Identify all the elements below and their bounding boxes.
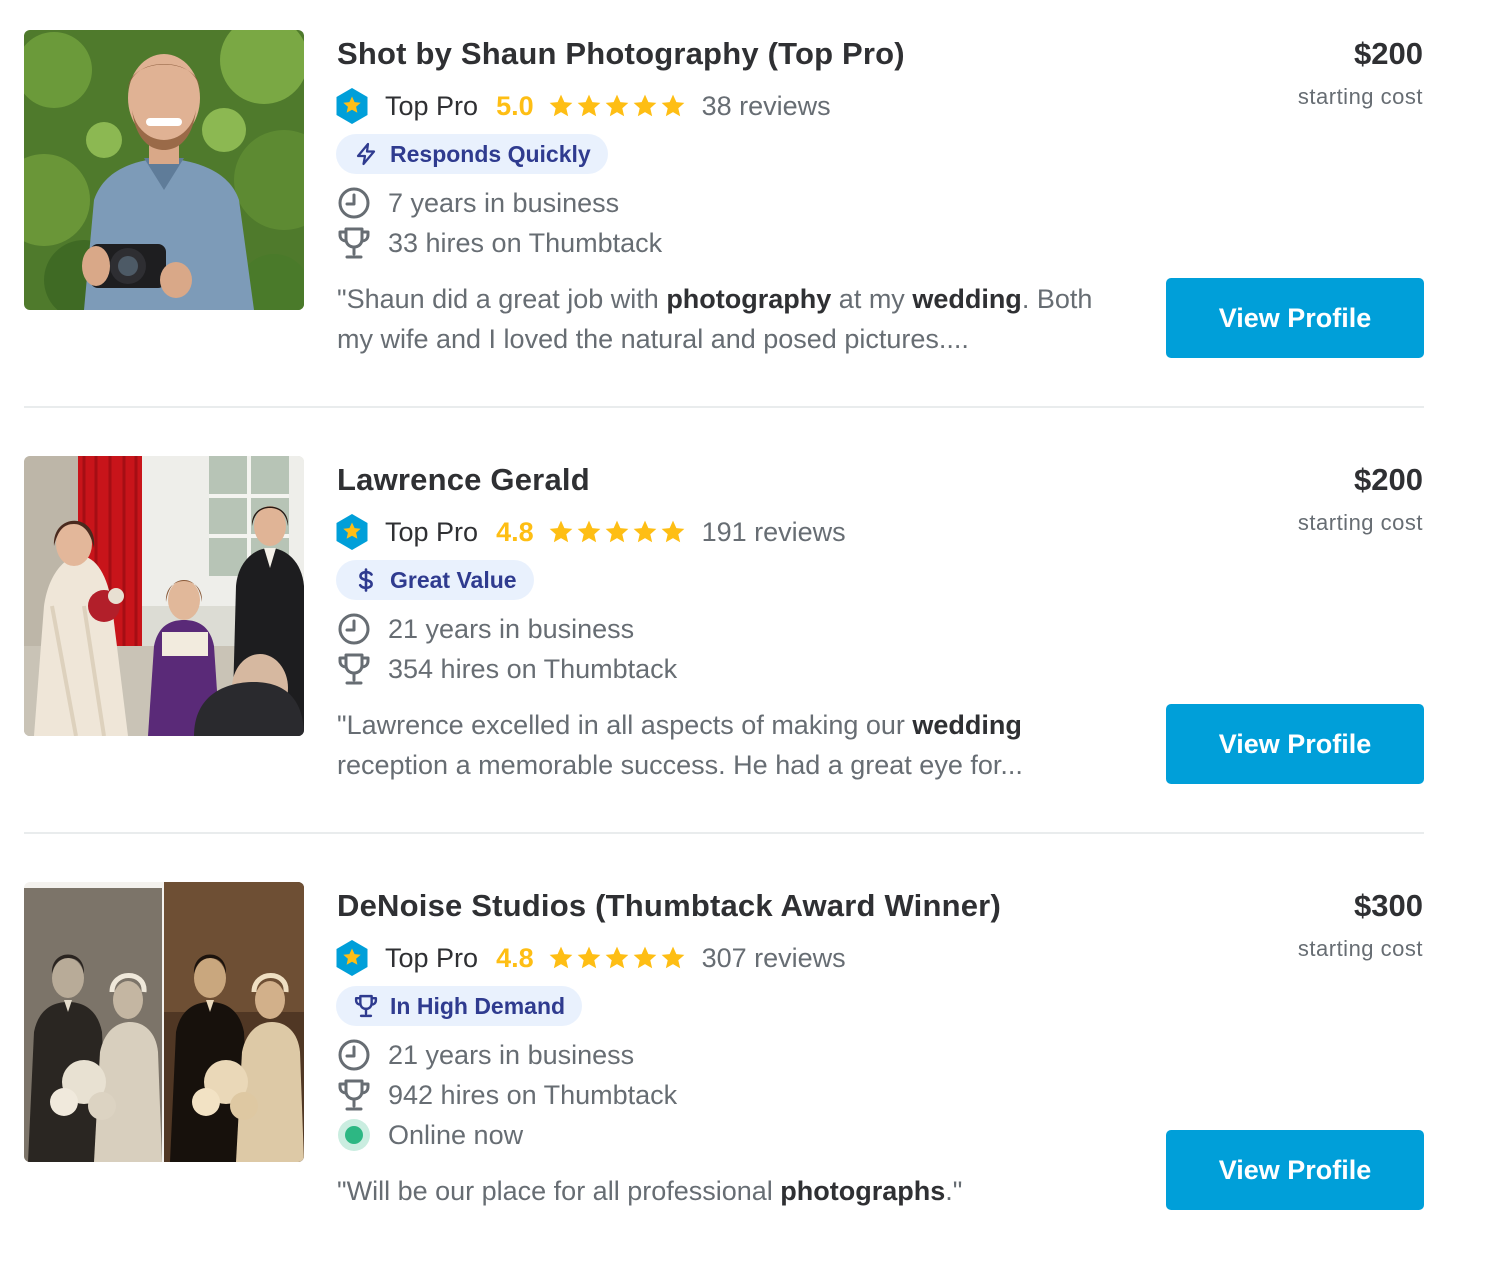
price-label: starting cost <box>1297 936 1423 961</box>
years-text: 7 years in business <box>388 187 620 218</box>
star-icon <box>660 519 686 545</box>
star-icon <box>632 93 658 119</box>
price-label: starting cost <box>1297 84 1423 109</box>
star-icon <box>576 519 602 545</box>
years-in-business: 21 years in business <box>337 611 634 647</box>
price: $300 <box>1354 888 1423 923</box>
rating-row: Top Pro 4.8 191 reviews <box>335 512 846 552</box>
star-rating <box>548 93 686 119</box>
years-in-business: 21 years in business <box>337 1037 634 1073</box>
trophy-icon <box>337 652 371 686</box>
price-label: starting cost <box>1297 510 1423 535</box>
divider <box>24 832 1424 834</box>
badge-label: Great Value <box>390 566 517 593</box>
pro-name[interactable]: DeNoise Studios (Thumbtack Award Winner) <box>337 888 1001 924</box>
star-icon <box>604 945 630 971</box>
years-in-business: 7 years in business <box>337 185 619 221</box>
star-icon <box>548 945 574 971</box>
trophy-icon <box>337 1078 371 1112</box>
hires-count: 33 hires on Thumbtack <box>337 225 662 261</box>
hires-count: 354 hires on Thumbtack <box>337 651 677 687</box>
pro-card: Lawrence Gerald Top Pro 4.8 191 reviews … <box>0 426 1488 852</box>
badge-label: In High Demand <box>390 992 566 1019</box>
hires-count: 942 hires on Thumbtack <box>337 1077 677 1113</box>
view-profile-button[interactable]: View Profile <box>1166 1130 1424 1210</box>
hires-text: 33 hires on Thumbtack <box>388 227 663 258</box>
hires-text: 354 hires on Thumbtack <box>388 653 678 684</box>
badge-label: Responds Quickly <box>390 140 591 167</box>
top-pro-icon <box>335 939 369 977</box>
trophy-icon <box>354 994 378 1018</box>
star-icon <box>604 93 630 119</box>
online-dot-icon <box>338 1119 370 1151</box>
review-snippet: "Lawrence excelled in all aspects of mak… <box>337 710 1023 780</box>
keyword: wedding <box>912 710 1022 740</box>
online-text: Online now <box>388 1119 524 1150</box>
top-pro-label: Top Pro <box>385 516 479 547</box>
online-status: Online now <box>337 1117 523 1153</box>
hires-text: 942 hires on Thumbtack <box>388 1079 678 1110</box>
star-icon <box>632 945 658 971</box>
pro-card: DeNoise Studios (Thumbtack Award Winner)… <box>0 852 1488 1278</box>
star-icon <box>660 945 686 971</box>
rating-score: 4.8 <box>496 942 534 973</box>
view-profile-button[interactable]: View Profile <box>1166 278 1424 358</box>
clock-icon <box>337 612 371 646</box>
pro-results-list: Shot by Shaun Photography (Top Pro) Top … <box>0 0 1488 1252</box>
responds-quickly-badge: Responds Quickly <box>336 134 608 174</box>
star-icon <box>576 93 602 119</box>
view-profile-button[interactable]: View Profile <box>1166 704 1424 784</box>
dollar-icon <box>354 568 378 592</box>
clock-icon <box>337 1038 371 1072</box>
star-icon <box>632 519 658 545</box>
pro-name[interactable]: Lawrence Gerald <box>337 462 590 498</box>
pro-name[interactable]: Shot by Shaun Photography (Top Pro) <box>337 36 905 72</box>
clock-icon <box>337 186 371 220</box>
pro-photo[interactable] <box>24 30 304 310</box>
top-pro-icon <box>335 87 369 125</box>
in-high-demand-badge: In High Demand <box>336 986 583 1026</box>
review-count[interactable]: 38 reviews <box>702 91 831 122</box>
rating-score: 4.8 <box>496 516 534 547</box>
top-pro-label: Top Pro <box>385 90 479 121</box>
review-snippet: "Will be our place for all professional … <box>337 1176 963 1206</box>
trophy-icon <box>337 226 371 260</box>
review-snippet: "Shaun did a great job with photography … <box>337 284 1093 354</box>
star-icon <box>548 93 574 119</box>
star-icon <box>548 519 574 545</box>
star-rating <box>548 519 686 545</box>
rating-score: 5.0 <box>496 90 534 121</box>
star-icon <box>604 519 630 545</box>
price: $200 <box>1354 36 1423 71</box>
review-count[interactable]: 191 reviews <box>702 517 846 548</box>
review-count[interactable]: 307 reviews <box>702 943 846 974</box>
keyword: wedding <box>912 284 1022 314</box>
pro-photo[interactable] <box>24 456 304 736</box>
pro-card: Shot by Shaun Photography (Top Pro) Top … <box>0 0 1488 426</box>
pro-photo[interactable] <box>24 882 304 1162</box>
great-value-badge: Great Value <box>336 560 534 600</box>
years-text: 21 years in business <box>388 1039 635 1070</box>
price: $200 <box>1354 462 1423 497</box>
lightning-icon <box>354 142 378 166</box>
top-pro-icon <box>335 513 369 551</box>
divider <box>24 406 1424 408</box>
star-icon <box>660 93 686 119</box>
keyword: photographs <box>780 1176 946 1206</box>
rating-row: Top Pro 4.8 307 reviews <box>335 938 846 978</box>
top-pro-label: Top Pro <box>385 942 479 973</box>
star-icon <box>576 945 602 971</box>
star-rating <box>548 945 686 971</box>
rating-row: Top Pro 5.0 38 reviews <box>335 86 831 126</box>
years-text: 21 years in business <box>388 613 635 644</box>
keyword: photography <box>666 284 832 314</box>
